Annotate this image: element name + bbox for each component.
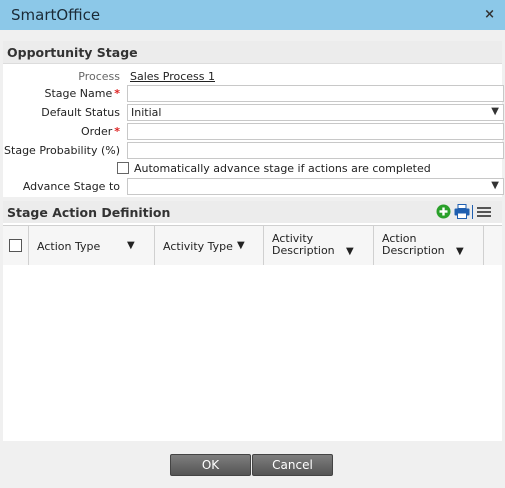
opportunity-stage-heading: Opportunity Stage: [7, 45, 138, 60]
auto-advance-checkbox[interactable]: [117, 162, 129, 174]
process-link[interactable]: Sales Process 1: [130, 70, 215, 83]
column-label: Action Type: [37, 240, 101, 253]
scrollbar-gutter: [484, 226, 502, 265]
menu-icon[interactable]: [477, 204, 491, 219]
sort-icon[interactable]: ▼: [127, 240, 135, 251]
grid-header: Action Type ▼ Activity Type ▼ Activity De…: [3, 225, 502, 266]
opportunity-stage-header: Opportunity Stage: [3, 41, 502, 64]
grid-body: [3, 265, 502, 441]
advance-to-row: Advance Stage to ▼: [3, 178, 504, 195]
stage-action-section: Stage Action Definition Action Type ▼ Ac…: [3, 201, 502, 441]
stage-name-row: Stage Name *: [3, 85, 504, 102]
column-label: Activity Description: [272, 232, 335, 257]
stage-action-heading: Stage Action Definition: [7, 205, 171, 220]
select-all-column: [3, 226, 29, 265]
default-status-label: Default Status: [41, 106, 120, 119]
opportunity-stage-section: Opportunity Stage Process Sales Process …: [3, 41, 504, 197]
print-icon[interactable]: [454, 204, 470, 219]
probability-row: Stage Probability (%): [3, 142, 504, 159]
column-action-description[interactable]: Action Description ▼: [374, 226, 484, 265]
grid-toolbar: [436, 204, 496, 220]
advance-to-label: Advance Stage to: [22, 180, 120, 193]
select-all-checkbox[interactable]: [9, 239, 22, 252]
add-icon[interactable]: [436, 204, 451, 219]
chevron-down-icon: ▼: [491, 106, 499, 117]
order-label: Order *: [80, 125, 120, 138]
column-activity-description[interactable]: Activity Description ▼: [264, 226, 374, 265]
advance-to-select[interactable]: ▼: [127, 178, 504, 195]
sort-icon[interactable]: ▼: [346, 246, 354, 257]
stage-name-field[interactable]: [127, 85, 504, 102]
close-icon[interactable]: ×: [484, 7, 495, 22]
required-marker: *: [114, 125, 120, 138]
process-label: Process: [78, 70, 120, 83]
window-title: SmartOffice: [11, 6, 101, 24]
column-action-type[interactable]: Action Type ▼: [29, 226, 155, 265]
auto-advance-label: Automatically advance stage if actions a…: [134, 162, 431, 175]
stage-name-label: Stage Name *: [44, 87, 120, 100]
chevron-down-icon: ▼: [491, 180, 499, 191]
order-row: Order *: [3, 123, 504, 140]
probability-field[interactable]: [127, 142, 504, 159]
process-row: Process Sales Process 1: [3, 68, 502, 85]
order-field[interactable]: [127, 123, 504, 140]
dialog: SmartOffice × Opportunity Stage Process …: [0, 0, 505, 488]
stage-action-header: Stage Action Definition: [3, 201, 502, 223]
sort-icon[interactable]: ▼: [237, 240, 245, 251]
sort-icon[interactable]: ▼: [456, 246, 464, 257]
required-marker: *: [114, 87, 120, 100]
ok-button[interactable]: OK: [170, 454, 251, 476]
toolbar-divider: [472, 205, 473, 219]
probability-label: Stage Probability (%): [4, 144, 120, 157]
column-activity-type[interactable]: Activity Type ▼: [155, 226, 264, 265]
default-status-row: Default Status Initial ▼: [3, 104, 504, 121]
default-status-select[interactable]: Initial ▼: [127, 104, 504, 121]
dialog-footer: OK Cancel: [0, 445, 505, 488]
column-label: Activity Type: [163, 240, 233, 253]
title-bar: SmartOffice ×: [0, 0, 505, 30]
default-status-value: Initial: [131, 106, 162, 119]
column-label: Action Description: [382, 232, 445, 257]
cancel-button[interactable]: Cancel: [252, 454, 333, 476]
auto-advance-row: Automatically advance stage if actions a…: [3, 161, 502, 178]
